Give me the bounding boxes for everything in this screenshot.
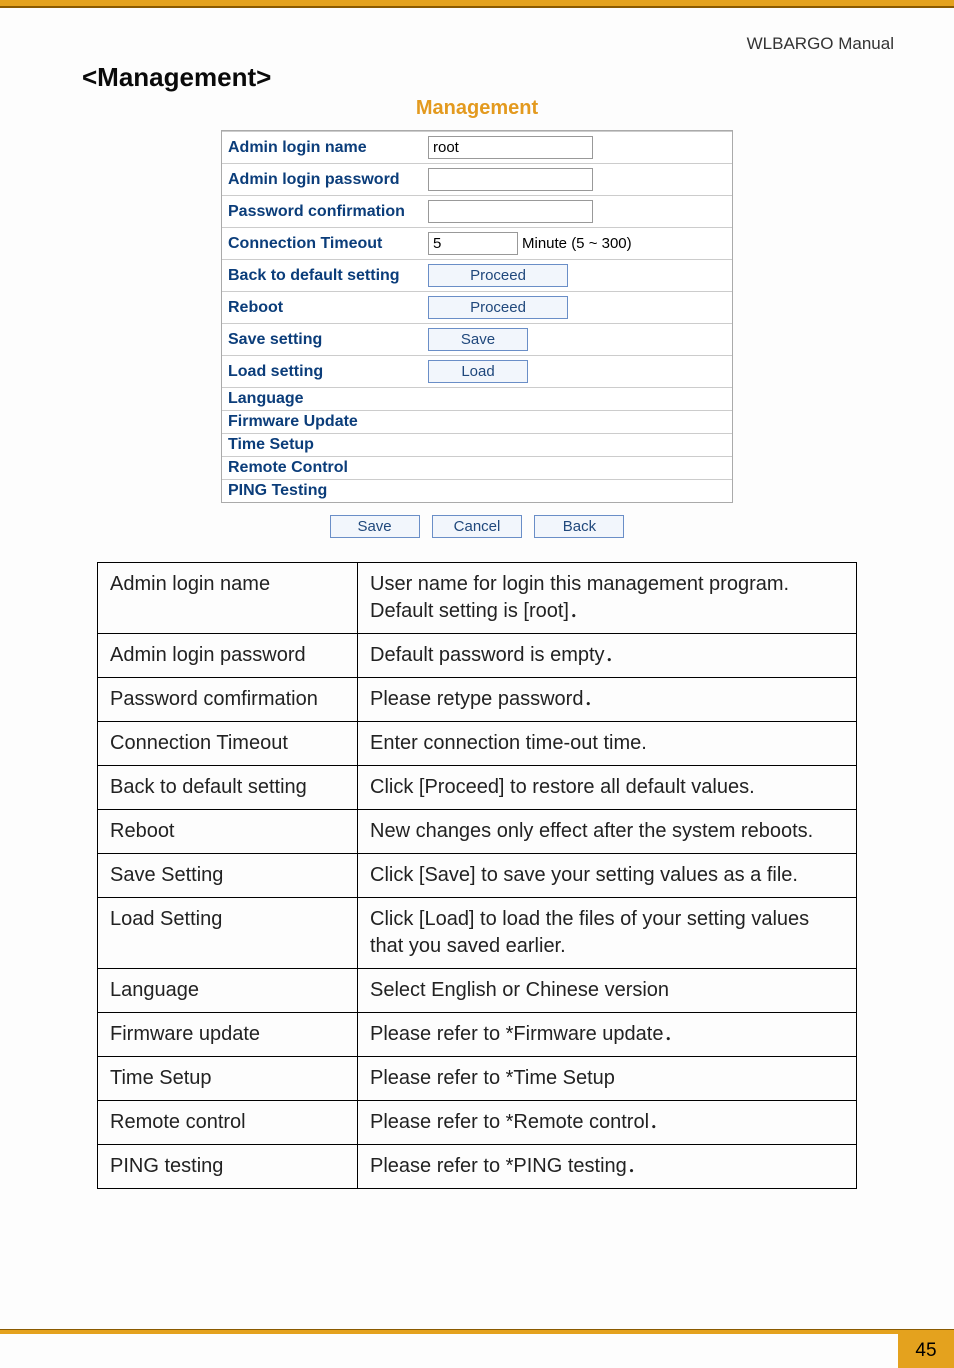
desc-key: Admin login name	[98, 563, 358, 634]
desc-val: Click [Proceed] to restore all default v…	[358, 766, 857, 810]
table-row: Back to default settingClick [Proceed] t…	[98, 766, 857, 810]
desc-key: Firmware update	[98, 1013, 358, 1057]
cancel-button[interactable]: Cancel	[432, 515, 522, 538]
row-label-default: Back to default setting	[228, 267, 428, 285]
description-table: Admin login nameUser name for login this…	[97, 562, 857, 1189]
row-label-login-name: Admin login name	[228, 139, 428, 157]
footer: 45	[0, 1329, 954, 1368]
desc-key: Back to default setting	[98, 766, 358, 810]
section-title: <Management>	[0, 54, 954, 93]
desc-key: Remote control	[98, 1101, 358, 1145]
link-firmware-update[interactable]: Firmware Update	[222, 410, 732, 433]
link-time-setup[interactable]: Time Setup	[222, 433, 732, 456]
table-row: Remote controlPlease refer to *Remote co…	[98, 1101, 857, 1145]
reboot-proceed-button[interactable]: Proceed	[428, 296, 568, 319]
desc-key: Time Setup	[98, 1057, 358, 1101]
desc-key: Language	[98, 969, 358, 1013]
table-row: Firmware updatePlease refer to *Firmware…	[98, 1013, 857, 1057]
password-confirm-input[interactable]	[428, 200, 593, 223]
table-row: Time SetupPlease refer to *Time Setup	[98, 1057, 857, 1101]
row-label-pw-conf: Password confirmation	[228, 203, 428, 221]
desc-key: Load Setting	[98, 898, 358, 969]
row-label-save-setting: Save setting	[228, 331, 428, 349]
desc-val: Select English or Chinese version	[358, 969, 857, 1013]
login-password-input[interactable]	[428, 168, 593, 191]
desc-val: Click [Save] to save your setting values…	[358, 854, 857, 898]
desc-val: Click [Load] to load the files of your s…	[358, 898, 857, 969]
table-row: RebootNew changes only effect after the …	[98, 810, 857, 854]
row-label-load-setting: Load setting	[228, 363, 428, 381]
desc-key: Save Setting	[98, 854, 358, 898]
link-language[interactable]: Language	[222, 387, 732, 410]
desc-key: PING testing	[98, 1145, 358, 1189]
table-row: Password comfirmationPlease retype passw…	[98, 678, 857, 722]
desc-key: Admin login password	[98, 634, 358, 678]
save-setting-button[interactable]: Save	[428, 328, 528, 351]
desc-key: Password comfirmation	[98, 678, 358, 722]
table-row: Save SettingClick [Save] to save your se…	[98, 854, 857, 898]
row-label-reboot: Reboot	[228, 299, 428, 317]
management-screenshot: Management Admin login name Admin login …	[0, 93, 954, 538]
footer-rule	[0, 1329, 954, 1334]
page-number: 45	[898, 1334, 954, 1368]
save-button[interactable]: Save	[330, 515, 420, 538]
row-label-login-pw: Admin login password	[228, 171, 428, 189]
timeout-input[interactable]	[428, 232, 518, 255]
desc-val: Please refer to *Remote control．	[358, 1101, 857, 1145]
desc-val: Default password is empty．	[358, 634, 857, 678]
table-row: Admin login passwordDefault password is …	[98, 634, 857, 678]
manual-name: WLBARGO Manual	[747, 34, 894, 54]
desc-key: Connection Timeout	[98, 722, 358, 766]
desc-val: Please refer to *PING testing．	[358, 1145, 857, 1189]
shot-heading: Management	[0, 93, 954, 124]
row-label-timeout: Connection Timeout	[228, 235, 428, 253]
table-row: Admin login nameUser name for login this…	[98, 563, 857, 634]
login-name-input[interactable]	[428, 136, 593, 159]
desc-val: New changes only effect after the system…	[358, 810, 857, 854]
top-accent-bar	[0, 0, 954, 8]
desc-val: User name for login this management prog…	[358, 563, 857, 634]
load-setting-button[interactable]: Load	[428, 360, 528, 383]
back-button[interactable]: Back	[534, 515, 624, 538]
link-remote-control[interactable]: Remote Control	[222, 456, 732, 479]
desc-val: Please retype password．	[358, 678, 857, 722]
desc-key: Reboot	[98, 810, 358, 854]
desc-val: Enter connection time-out time.	[358, 722, 857, 766]
desc-val: Please refer to *Time Setup	[358, 1057, 857, 1101]
timeout-unit: Minute (5 ~ 300)	[522, 235, 632, 252]
table-row: Load SettingClick [Load] to load the fil…	[98, 898, 857, 969]
default-proceed-button[interactable]: Proceed	[428, 264, 568, 287]
link-ping-testing[interactable]: PING Testing	[222, 479, 732, 502]
table-row: LanguageSelect English or Chinese versio…	[98, 969, 857, 1013]
table-row: PING testingPlease refer to *PING testin…	[98, 1145, 857, 1189]
desc-val: Please refer to *Firmware update．	[358, 1013, 857, 1057]
table-row: Connection TimeoutEnter connection time-…	[98, 722, 857, 766]
